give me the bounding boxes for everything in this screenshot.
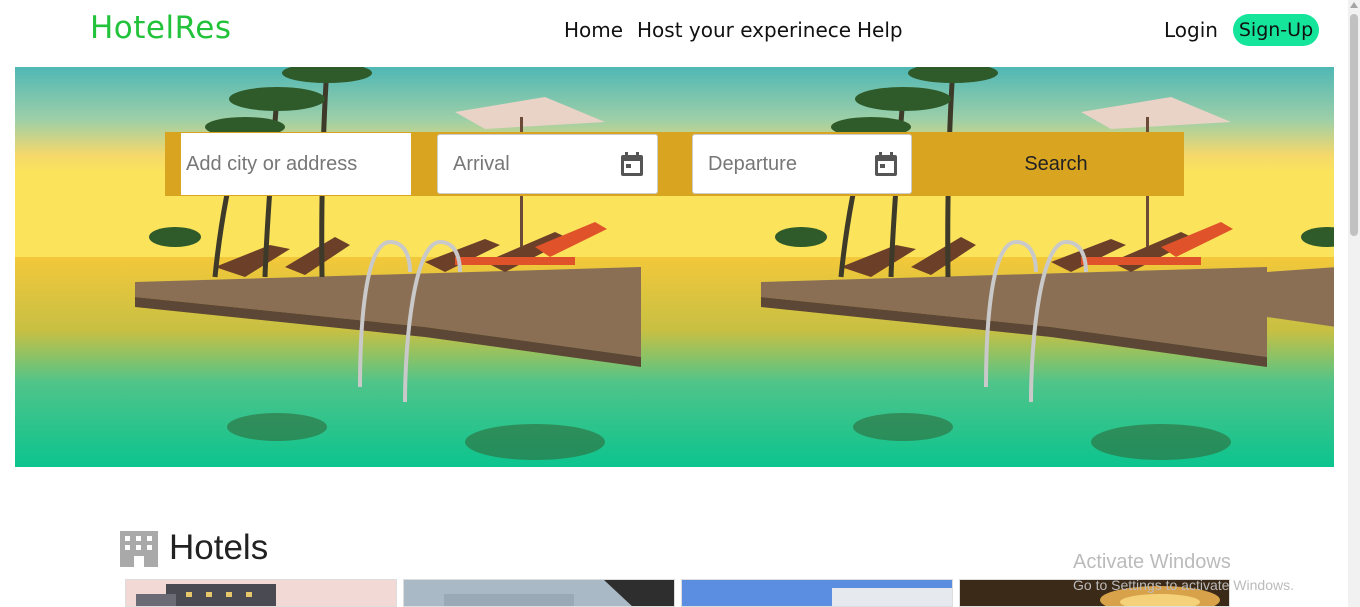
nav-host-link[interactable]: Host your experinece <box>637 18 851 42</box>
hotel-image <box>404 580 674 606</box>
hero-image <box>15 67 641 467</box>
city-input[interactable] <box>184 152 408 177</box>
calendar-icon[interactable] <box>620 151 644 177</box>
hotel-card[interactable] <box>403 579 675 607</box>
calendar-icon[interactable] <box>874 151 898 177</box>
activation-watermark-title: Activate Windows <box>1073 551 1231 573</box>
building-icon <box>120 531 158 567</box>
departure-input[interactable] <box>706 152 870 177</box>
hotel-image <box>126 580 396 606</box>
hero-banner <box>15 67 1334 467</box>
hero-image <box>1267 67 1334 467</box>
scrollbar-thumb[interactable] <box>1350 14 1358 236</box>
page-scrollbar[interactable] <box>1348 0 1360 607</box>
arrival-input[interactable] <box>451 152 615 177</box>
section-title: Hotels <box>169 528 269 567</box>
arrival-field[interactable] <box>437 134 658 194</box>
hotel-image <box>682 580 952 606</box>
hero-image <box>641 67 1267 467</box>
top-navbar: HotelRes Home Host your experinece Help … <box>0 0 1348 64</box>
departure-field[interactable] <box>692 134 912 194</box>
brand-logo[interactable]: HotelRes <box>90 10 232 46</box>
hotel-card[interactable] <box>681 579 953 607</box>
search-button[interactable]: Search <box>928 132 1184 196</box>
nav-help-link[interactable]: Help <box>857 18 903 42</box>
nav-home-link[interactable]: Home <box>564 18 623 42</box>
login-link[interactable]: Login <box>1164 18 1218 42</box>
signup-button[interactable]: Sign-Up <box>1233 14 1319 46</box>
city-field[interactable] <box>181 133 411 195</box>
activation-watermark-subtitle: Go to Settings to activate Windows. <box>1073 577 1294 593</box>
hotel-card[interactable] <box>125 579 397 607</box>
scroll-up-arrow-icon[interactable] <box>1350 2 1358 8</box>
